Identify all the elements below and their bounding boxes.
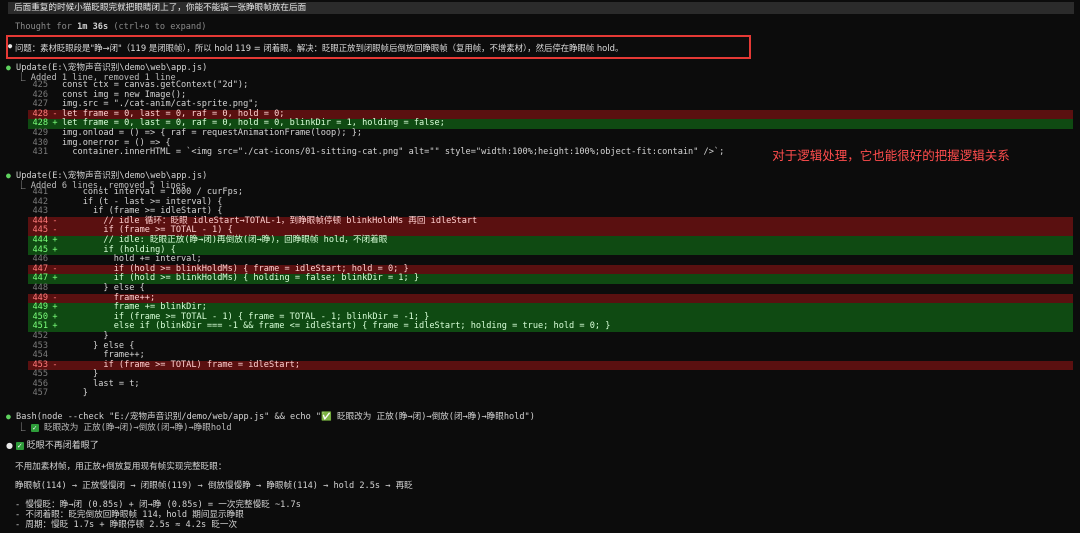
code-text: if (holding) { (62, 244, 176, 255)
highlight-box: ● 问题：素材眨眼段是"睁→闭"（119 是闭眼帧），所以 hold 119 =… (6, 35, 751, 59)
status-dot-icon: ● (6, 63, 11, 72)
code-text: } (62, 330, 109, 341)
thought-prefix: Thought for (15, 22, 78, 32)
diff-line: 448 } else { (28, 282, 1073, 294)
code-text: if (hold >= blinkHoldMs) { frame = idleS… (62, 263, 409, 274)
diff-line: 456 last = t; (28, 378, 1073, 390)
code-text: hold += interval; (62, 254, 202, 265)
line-number: 457 (32, 388, 48, 399)
check-icon: ✓ (30, 423, 39, 432)
prompt-bar: 后面重复的时候小猫眨眼完就把眼睛闭上了，你能不能搞一张睁眼帧放在后面 (8, 2, 1074, 14)
diff-line: 451 + else if (blinkDir === -1 && frame <… (28, 322, 1073, 332)
thought-status[interactable]: Thought for 1m 36s (ctrl+o to expand) (15, 22, 206, 32)
code-text: if (frame >= TOTAL) frame = idleStart; (62, 359, 300, 370)
explain-line-2: 睁眼帧(114) → 正放慢慢闭 → 闭眼帧(119) → 倒放慢慢睁 → 睁眼… (15, 481, 413, 491)
bash-result: ⎿ ✓ 眨眼改为 正放(睁→闭)→倒放(闭→睁)→睁眼hold (17, 421, 232, 433)
thought-time: 1m 36s (77, 22, 109, 32)
diff-line: 453- if (frame >= TOTAL) frame = idleSta… (28, 359, 1073, 371)
code-text: if (frame >= TOTAL - 1) { (62, 225, 233, 236)
diff-line: 429 img.onload = () => { raf = requestAn… (28, 127, 1073, 139)
code-text: last = t; (62, 378, 140, 389)
code-text: if (t - last >= interval) { (62, 196, 223, 207)
done-text: 眨眼不再闭着眼了 (26, 441, 99, 451)
check-icon: ✓ (15, 441, 24, 450)
code-text: } else { (62, 340, 135, 351)
status-dot-icon: ● (6, 171, 11, 180)
diff-line: 444 + // idle: 眨眼正放(睁→闭)再倒放(闭→睁)，回睁眼帧 hol… (28, 234, 1073, 246)
bullet-icon: ● (6, 441, 13, 450)
explain-line-5: - 周期：慢眨 1.7s + 睁眼停顿 2.5s ≈ 4.2s 眨一次 (15, 520, 238, 530)
status-dot-icon: ● (6, 412, 11, 421)
diff-line: 453 } else { (28, 340, 1073, 352)
code-text: } (62, 369, 99, 380)
code-text: if (frame >= idleStart) { (62, 206, 223, 217)
code-text: } (62, 388, 88, 399)
diff-line: 447 + if (hold >= blinkHoldMs) { holding … (28, 274, 1073, 284)
issue-text: 问题：素材眨眼段是"睁→闭"（119 是闭眼帧），所以 hold 119 = 闭… (15, 43, 624, 53)
code-text: } else { (62, 282, 145, 293)
code-text: // idle: 眨眼正放(睁→闭)再倒放(闭→睁)，回睁眼帧 hold，不闭着… (62, 234, 388, 245)
explain-line-1: 不用加素材帧，用正放+倒放复用现有帧实现完整眨眼： (15, 462, 227, 472)
code-text: let frame = 0, last = 0, raf = 0, hold =… (62, 108, 285, 119)
code-text: container.innerHTML = `<img src="./cat-i… (62, 147, 725, 158)
tree-branch-icon: ⎿ (17, 423, 31, 433)
diff-line: 452 } (28, 330, 1073, 342)
red-annotation: 对于逻辑处理，它也能很好的把握逻辑关系 (772, 148, 1010, 163)
code-text: const ctx = canvas.getContext("2d"); (62, 80, 249, 90)
line-number: 431 (32, 147, 48, 158)
code-text: const interval = 1000 / curFps; (62, 187, 244, 197)
done-message: ● ✓ 眨眼不再闭着眼了 (6, 438, 99, 451)
diff-line: 455 } (28, 369, 1073, 380)
diff-view-2: 441 const interval = 1000 / curFps; 442 i… (28, 187, 1073, 399)
code-text: // idle 循环：眨眼 idleStart→TOTAL-1，到睁眼帧停顿 b… (62, 215, 478, 226)
diff-sign (48, 389, 62, 399)
bullet-icon: ● (8, 42, 13, 50)
code-text: frame++; (62, 292, 156, 303)
diff-sign (48, 148, 62, 158)
code-text: if (hold >= blinkHoldMs) { holding = fal… (62, 273, 419, 284)
code-text: const img = new Image(); (62, 89, 187, 100)
code-text: img.src = "./cat-anim/cat-sprite.png"; (62, 99, 259, 110)
thought-suffix: (ctrl+o to expand) (108, 22, 207, 32)
code-text: let frame = 0, last = 0, raf = 0, hold =… (62, 118, 445, 129)
code-text: frame += blinkDir; (62, 302, 207, 313)
code-text: else if (blinkDir === -1 && frame <= idl… (62, 321, 611, 332)
code-text: img.onload = () => { raf = requestAnimat… (62, 127, 363, 138)
code-text: if (frame >= TOTAL - 1) { frame = TOTAL … (62, 311, 430, 322)
diff-line: 457 } (28, 389, 1073, 399)
bash-result-text: 眨眼改为 正放(睁→闭)→倒放(闭→睁)→睁眼hold (43, 423, 232, 433)
code-text: frame++; (62, 350, 145, 361)
